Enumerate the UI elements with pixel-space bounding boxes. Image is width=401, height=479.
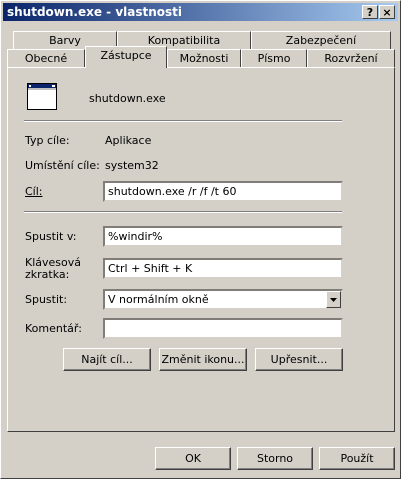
comment-label: Komentář: — [25, 322, 82, 335]
cancel-button[interactable]: Storno — [237, 447, 313, 470]
tab-moznosti[interactable]: Možnosti — [167, 49, 241, 67]
comment-field[interactable] — [103, 318, 343, 339]
target-field[interactable]: shutdown.exe /r /f /t 60 — [103, 181, 343, 202]
change-icon-button[interactable]: Změnit ikonu... — [159, 348, 247, 371]
tab-panel-zastupce: shutdown.exe Typ cíle: Aplikace Umístění… — [7, 67, 395, 432]
tab-label: Písmo — [257, 52, 291, 65]
target-location-value: system32 — [105, 159, 159, 172]
run-select-value: V normálním okně — [108, 293, 209, 306]
start-in-label: Spustit v: — [25, 230, 77, 243]
advanced-button[interactable]: Upřesnit... — [255, 348, 343, 371]
tab-label: Možnosti — [179, 52, 229, 65]
close-button[interactable]: × — [379, 5, 395, 19]
tab-rozvrzeni[interactable]: Rozvržení — [307, 49, 395, 67]
start-in-field[interactable]: %windir% — [103, 226, 343, 247]
application-window-icon — [27, 83, 57, 110]
separator — [24, 120, 342, 122]
tab-zastupce[interactable]: Zástupce — [85, 46, 167, 68]
hotkey-label-line2: zkratka: — [25, 268, 70, 281]
properties-window: shutdown.exe - vlastnosti ? × Barvy Komp… — [0, 0, 401, 479]
find-target-button[interactable]: Najít cíl... — [63, 348, 151, 371]
target-location-label: Umístění cíle: — [25, 159, 100, 172]
hotkey-field[interactable]: Ctrl + Shift + K — [103, 258, 343, 279]
tab-obecne[interactable]: Obecné — [7, 49, 85, 67]
apply-button[interactable]: Použít — [319, 447, 395, 470]
target-type-value: Aplikace — [105, 134, 152, 147]
separator — [24, 211, 342, 213]
ok-button[interactable]: OK — [155, 447, 231, 470]
run-select[interactable]: V normálním okně — [103, 289, 343, 310]
window-title: shutdown.exe - vlastnosti — [7, 5, 183, 19]
tab-label: Barvy — [49, 34, 81, 47]
target-label: Cíl: — [25, 185, 43, 198]
target-type-label: Typ cíle: — [25, 134, 70, 147]
tab-label: Zástupce — [100, 49, 152, 62]
tab-label: Rozvržení — [324, 52, 378, 65]
tab-zabezpeceni[interactable]: Zabezpečení — [251, 31, 391, 49]
dropdown-arrow-icon[interactable] — [326, 291, 341, 308]
tab-label: Obecné — [24, 52, 68, 65]
help-button[interactable]: ? — [362, 5, 378, 19]
title-bar[interactable]: shutdown.exe - vlastnosti ? × — [3, 3, 398, 21]
tab-label: Zabezpečení — [285, 34, 357, 47]
shortcut-name: shutdown.exe — [89, 92, 166, 105]
tab-pismo[interactable]: Písmo — [241, 49, 307, 67]
run-label: Spustit: — [25, 293, 68, 306]
